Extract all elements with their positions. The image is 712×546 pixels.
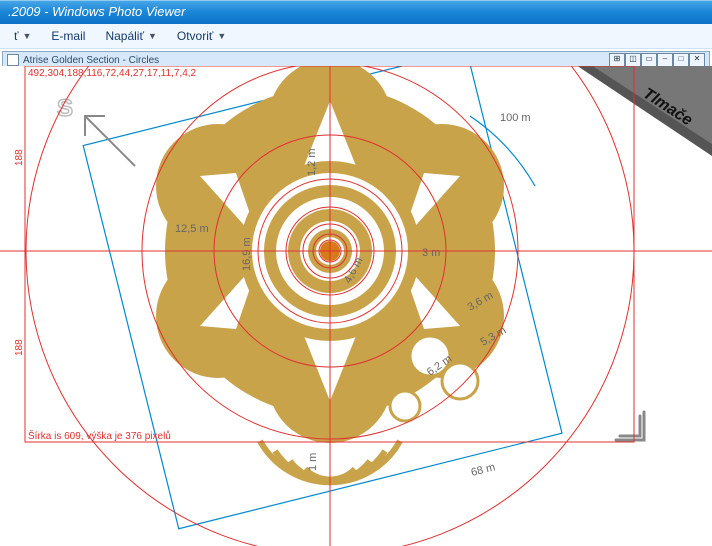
tool-window-controls: ⊞ ◫ ▭ – □ ✕ [609,53,705,67]
menu-item-burn[interactable]: Napáliť ▼ [97,27,164,45]
menu-label: ť [14,29,19,43]
overlay-radii: 492,304,188,116,72,44,27,17,11,7,4,2 [28,68,197,79]
overlay-188a: 188 [14,149,25,166]
dim-100m: 100 m [500,112,531,124]
small-circle-2 [442,363,478,399]
image-canvas: 100 m 68 m 12,5 m 3 m 5,3 m 6,2 m 3,6 m … [0,66,712,546]
tool-close-button[interactable]: ✕ [689,53,705,67]
menu-label: Napáliť [105,29,144,43]
overlay-304: 304 [170,66,187,68]
chevron-down-icon: ▼ [217,31,226,41]
menu-item-email[interactable]: E-mail [43,27,93,45]
window-title-bar: .2009 - Windows Photo Viewer [0,0,712,24]
menu-item-prev[interactable]: ť ▼ [6,27,39,45]
menu-label: E-mail [51,29,85,43]
small-circle-3 [390,391,420,421]
window-title: .2009 - Windows Photo Viewer [8,4,185,19]
tool-icon [7,54,19,66]
diagram-svg: 100 m 68 m 12,5 m 3 m 5,3 m 6,2 m 3,6 m … [0,66,712,546]
tool-minimize-button[interactable]: – [657,53,673,67]
tool-window-title: Atrise Golden Section - Circles [23,55,159,66]
compass-s: S [57,95,73,122]
overlay-305: 305 [470,66,487,68]
dim-12m: 1,2 m [306,148,318,176]
menu-bar: ť ▼ E-mail Napáliť ▼ Otvoriť ▼ [0,24,712,49]
dim-3m: 3 m [422,247,440,259]
dim-1m: 1 m [307,453,319,471]
tool-grid-button-3[interactable]: ▭ [641,53,657,67]
chevron-down-icon: ▼ [148,31,157,41]
overlay-188b: 188 [14,339,25,356]
tool-grid-button-2[interactable]: ◫ [625,53,641,67]
menu-item-open[interactable]: Otvoriť ▼ [169,27,234,45]
tool-maximize-button[interactable]: □ [673,53,689,67]
chevron-down-icon: ▼ [23,31,32,41]
menu-label: Otvoriť [177,29,214,43]
dim-125m: 12,5 m [175,223,209,235]
tool-grid-button-1[interactable]: ⊞ [609,53,625,67]
overlay-status: Šírka is 609, výška je 376 pixelů [28,429,171,442]
dim-169m: 16,9 m [241,237,253,271]
